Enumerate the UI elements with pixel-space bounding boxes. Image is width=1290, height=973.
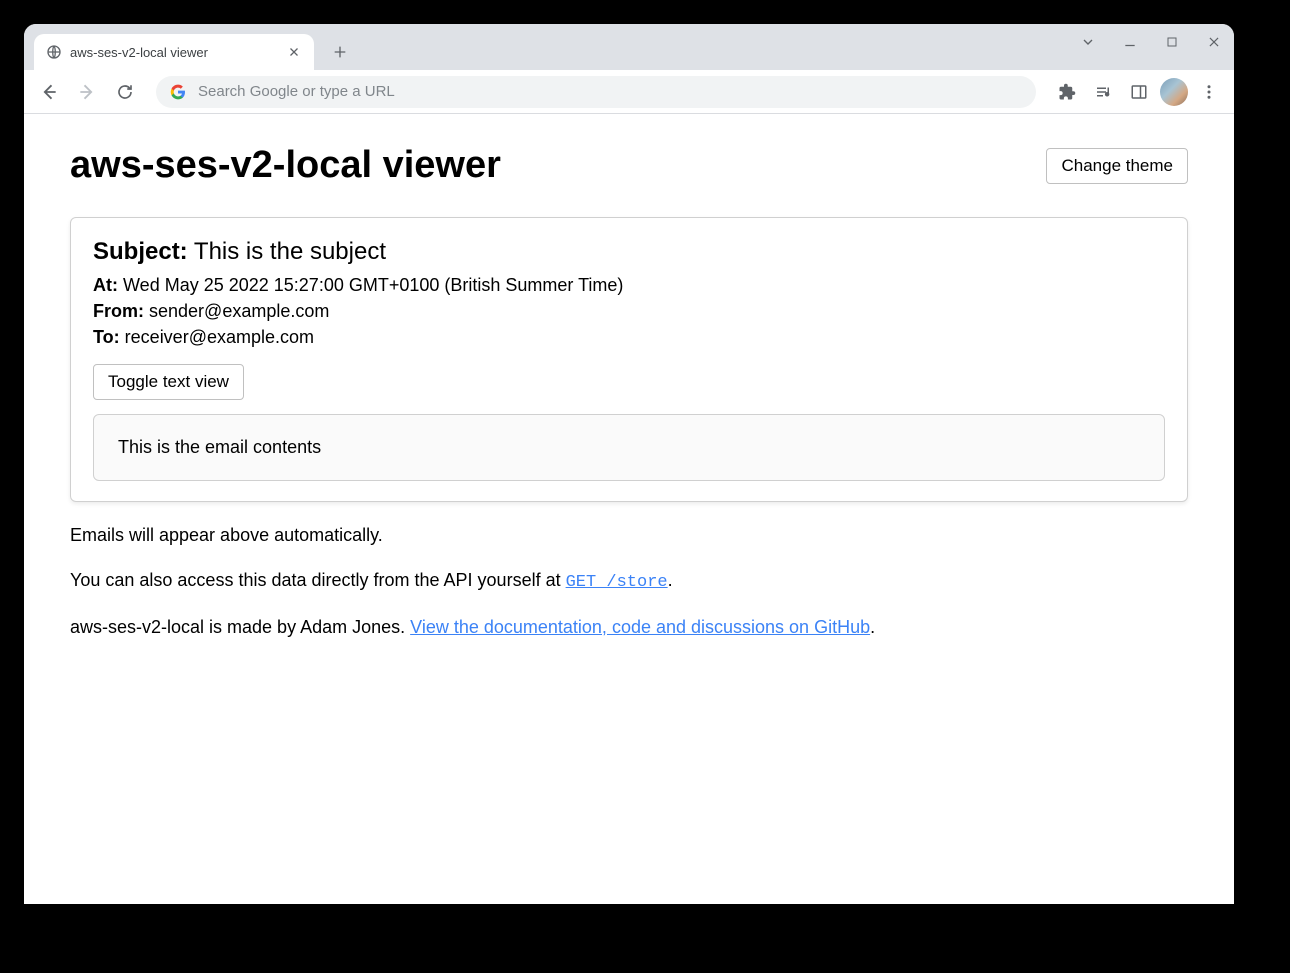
info-auto-appear: Emails will appear above automatically. — [70, 522, 1188, 549]
at-value: Wed May 25 2022 15:27:00 GMT+0100 (Briti… — [123, 275, 623, 295]
email-card: Subject: This is the subject At: Wed May… — [70, 217, 1188, 502]
email-at: At: Wed May 25 2022 15:27:00 GMT+0100 (B… — [93, 272, 1165, 298]
email-from: From: sender@example.com — [93, 298, 1165, 324]
credits-post: . — [870, 617, 875, 637]
maximize-button[interactable] — [1158, 28, 1186, 56]
window-controls — [1074, 28, 1228, 56]
from-value: sender@example.com — [149, 301, 329, 321]
extensions-icon[interactable] — [1052, 77, 1082, 107]
minimize-button[interactable] — [1116, 28, 1144, 56]
email-body: This is the email contents — [93, 414, 1165, 481]
change-theme-button[interactable]: Change theme — [1046, 148, 1188, 184]
tabs-dropdown-icon[interactable] — [1074, 28, 1102, 56]
reload-button[interactable] — [110, 77, 140, 107]
toggle-text-view-button[interactable]: Toggle text view — [93, 364, 244, 400]
subject-value: This is the subject — [194, 238, 386, 265]
api-link[interactable]: GET /store — [566, 573, 668, 592]
page-content: aws-ses-v2-local viewer Change theme Sub… — [24, 114, 1234, 689]
google-icon — [170, 84, 186, 100]
address-bar[interactable] — [156, 76, 1036, 108]
close-window-button[interactable] — [1200, 28, 1228, 56]
close-tab-icon[interactable] — [286, 44, 302, 60]
browser-tab[interactable]: aws-ses-v2-local viewer — [34, 34, 314, 70]
email-subject: Subject: This is the subject — [93, 238, 1165, 266]
page-title: aws-ses-v2-local viewer — [70, 144, 501, 187]
github-link[interactable]: View the documentation, code and discuss… — [410, 617, 870, 637]
info-api-pre: You can also access this data directly f… — [70, 570, 566, 590]
new-tab-button[interactable] — [326, 38, 354, 66]
info-api-post: . — [668, 570, 673, 590]
media-icon[interactable] — [1088, 77, 1118, 107]
tab-title: aws-ses-v2-local viewer — [70, 45, 278, 60]
kebab-menu-icon[interactable] — [1194, 77, 1224, 107]
info-api: You can also access this data directly f… — [70, 567, 1188, 596]
url-input[interactable] — [198, 83, 1022, 100]
profile-avatar[interactable] — [1160, 78, 1188, 106]
email-to: To: receiver@example.com — [93, 324, 1165, 350]
side-panel-icon[interactable] — [1124, 77, 1154, 107]
credits-pre: aws-ses-v2-local is made by Adam Jones. — [70, 617, 410, 637]
at-label: At: — [93, 275, 118, 295]
browser-window: aws-ses-v2-local viewer — [24, 24, 1234, 904]
page-header: aws-ses-v2-local viewer Change theme — [70, 144, 1188, 187]
forward-button[interactable] — [72, 77, 102, 107]
from-label: From: — [93, 301, 144, 321]
info-credits: aws-ses-v2-local is made by Adam Jones. … — [70, 614, 1188, 641]
to-label: To: — [93, 327, 120, 347]
browser-toolbar — [24, 70, 1234, 114]
toolbar-right — [1052, 77, 1224, 107]
back-button[interactable] — [34, 77, 64, 107]
to-value: receiver@example.com — [125, 327, 314, 347]
tab-strip: aws-ses-v2-local viewer — [24, 24, 1234, 70]
globe-icon — [46, 44, 62, 60]
subject-label: Subject: — [93, 238, 188, 265]
